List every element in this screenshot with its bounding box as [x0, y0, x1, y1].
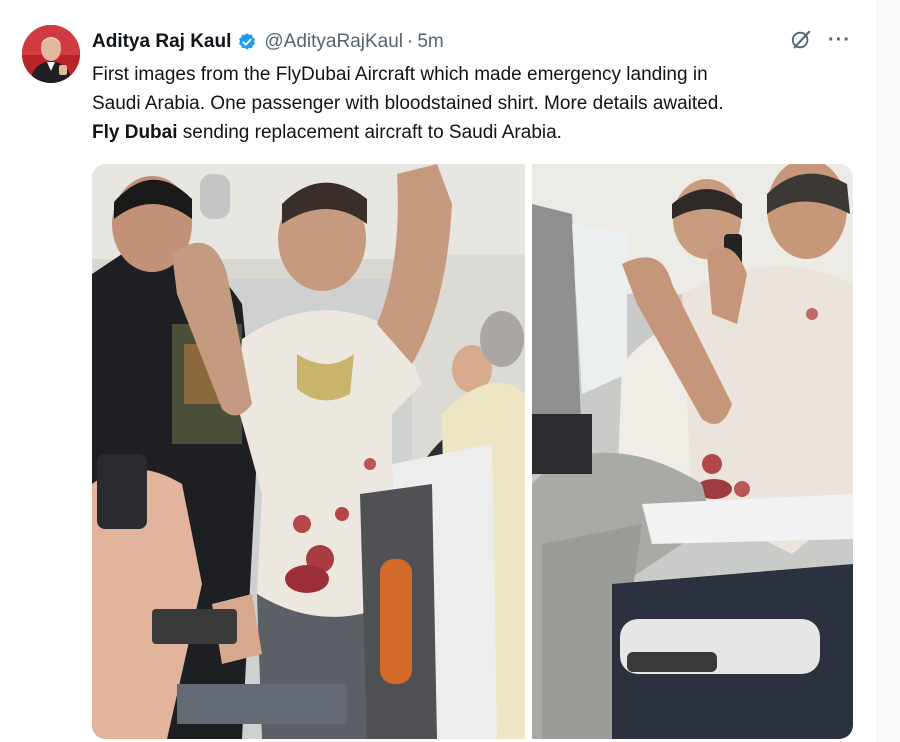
author-handle[interactable]: @AdityaRajKaul: [264, 31, 403, 53]
header-separator: ·: [407, 31, 414, 52]
author-name[interactable]: Aditya Raj Kaul: [92, 31, 231, 53]
scroll-gutter[interactable]: [878, 0, 900, 742]
grok-icon[interactable]: [790, 29, 812, 51]
tweet-text-line-3: Fly Dubai sending replacement aircraft t…: [92, 118, 872, 147]
tweet-text-line-2: Saudi Arabia. One passenger with bloodst…: [92, 93, 724, 114]
tweet-text-bold: Fly Dubai: [92, 122, 178, 143]
tweet-text: First images from the FlyDubai Aircraft …: [92, 60, 872, 147]
tweet-header: Aditya Raj Kaul @AdityaRajKaul · 5m: [92, 30, 444, 54]
more-options-icon[interactable]: ···: [828, 30, 852, 50]
media-photo-2[interactable]: [532, 164, 853, 739]
tweet-media: [92, 164, 853, 739]
media-photo-1[interactable]: [92, 164, 525, 739]
tweet-timestamp[interactable]: 5m: [417, 31, 443, 53]
author-avatar[interactable]: [22, 25, 80, 83]
verified-badge-icon: [237, 32, 257, 52]
tweet-text-line-1: First images from the FlyDubai Aircraft …: [92, 64, 708, 85]
tweet-text-line-3-rest: sending replacement aircraft to Saudi Ar…: [177, 122, 562, 143]
